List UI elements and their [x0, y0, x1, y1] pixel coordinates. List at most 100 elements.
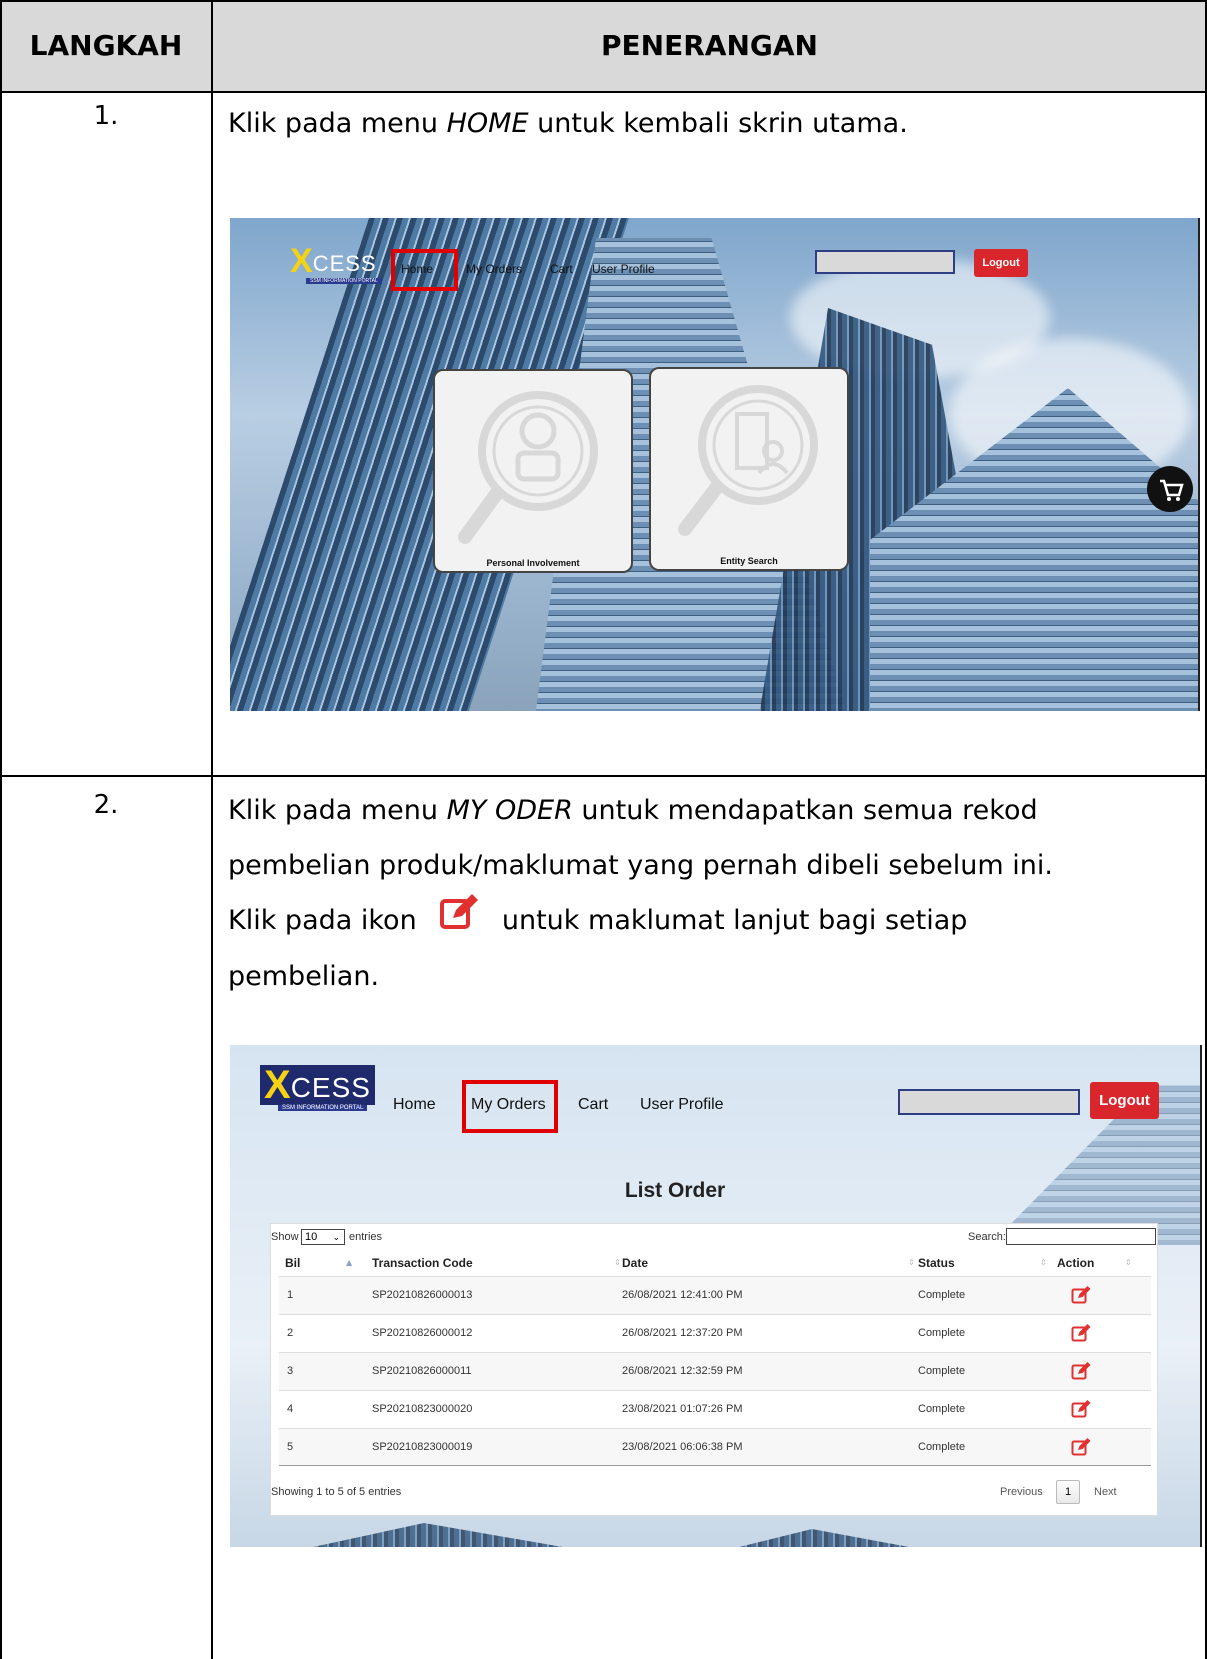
step-2-line-1-b: untuk mendapatkan semua rekod	[572, 795, 1038, 826]
search-label: Search:	[968, 1231, 1006, 1243]
table-border-left	[0, 0, 2, 1659]
sort-icon[interactable]: ⇕	[1040, 1258, 1047, 1267]
nav-user-profile[interactable]: User Profile	[640, 1096, 724, 1114]
edit-icon[interactable]	[1071, 1324, 1091, 1342]
nav-cart[interactable]: Cart	[550, 262, 573, 276]
nav-user-profile[interactable]: User Profile	[592, 262, 655, 276]
table-border-header	[0, 91, 1207, 93]
step-number-1: 1.	[93, 101, 119, 131]
cell-date: 23/08/2021 06:06:38 PM	[622, 1441, 743, 1453]
cell-status: Complete	[918, 1289, 966, 1301]
screenshot-home: X CESS SSM INFORMATION PORTAL Home My Or…	[230, 218, 1200, 711]
logo-text: CESS	[290, 1072, 371, 1103]
tile-label-personal: Personal Involvement	[486, 558, 580, 568]
logout-button[interactable]: Logout	[1090, 1082, 1159, 1119]
highlight-home	[391, 249, 458, 291]
cell-date: 26/08/2021 12:41:00 PM	[622, 1289, 743, 1301]
header-langkah: LANGKAH	[29, 29, 183, 62]
cell-status: Complete	[918, 1365, 966, 1377]
col-header-transaction-code[interactable]: Transaction Code	[372, 1256, 473, 1270]
edit-icon	[439, 893, 479, 950]
nav-my-orders[interactable]: My Orders	[466, 262, 522, 276]
edit-icon[interactable]	[1071, 1438, 1091, 1456]
table-row: 2 SP20210826000012 26/08/2021 12:37:20 P…	[279, 1314, 1151, 1352]
sort-icon[interactable]: ⇕	[614, 1258, 621, 1267]
cart-icon	[1160, 479, 1184, 501]
logo-x: X	[290, 242, 313, 280]
cell-status: Complete	[918, 1403, 966, 1415]
cell-code: SP20210826000012	[372, 1327, 473, 1339]
cell-date: 26/08/2021 12:37:20 PM	[622, 1327, 743, 1339]
table-row: 1 SP20210826000013 26/08/2021 12:41:00 P…	[279, 1276, 1151, 1314]
search-input[interactable]	[815, 250, 955, 274]
step-2-line-3-a: Klik pada ikon	[228, 905, 417, 936]
page-1-button[interactable]: 1	[1056, 1480, 1080, 1504]
col-header-bil[interactable]: Bil	[285, 1256, 300, 1270]
cart-button[interactable]	[1147, 466, 1193, 512]
table-row: 4 SP20210823000020 23/08/2021 01:07:26 P…	[279, 1390, 1151, 1428]
nav-cart[interactable]: Cart	[578, 1096, 608, 1114]
col-header-date[interactable]: Date	[622, 1256, 648, 1270]
cell-bil: 3	[287, 1365, 294, 1377]
step-2-line-1-a: Klik pada menu	[228, 795, 447, 826]
logo-x: X	[264, 1063, 291, 1107]
prev-page-button[interactable]: Previous	[1000, 1486, 1043, 1498]
building-search-icon	[678, 385, 818, 536]
step-number-2: 2.	[93, 790, 119, 820]
cell-bil: 5	[287, 1441, 294, 1453]
edit-icon[interactable]	[1071, 1362, 1091, 1380]
nav-home[interactable]: Home	[393, 1096, 436, 1114]
cell-status: Complete	[918, 1327, 966, 1339]
cell-bil: 1	[287, 1289, 294, 1301]
person-search-icon	[458, 391, 598, 544]
step-2-line-4: pembelian.	[228, 961, 380, 992]
orders-table-panel: Show 10 ⌄ entries Search: Bil ▲ Transact…	[270, 1223, 1158, 1516]
sort-icon[interactable]: ⇕	[1125, 1258, 1132, 1267]
tile-label-entity: Entity Search	[720, 556, 778, 566]
entries-label: entries	[349, 1231, 383, 1243]
table-border-middle	[211, 0, 213, 1659]
cell-code: SP20210826000011	[372, 1365, 472, 1377]
screenshot-my-orders: X CESS SSM INFORMATION PORTAL Home My Or…	[230, 1045, 1202, 1547]
logout-button[interactable]: Logout	[974, 249, 1028, 277]
logo-subtitle: SSM INFORMATION PORTAL	[278, 1105, 368, 1111]
logo-text: CESS	[312, 251, 377, 276]
next-page-button[interactable]: Next	[1094, 1486, 1117, 1498]
xcess-logo: X CESS SSM INFORMATION PORTAL	[290, 244, 382, 284]
table-border-top	[0, 0, 1207, 2]
step-2-line-3-b: untuk maklumat lanjut bagi setiap	[501, 905, 968, 936]
step-1-text-a: Klik pada menu	[228, 108, 447, 139]
show-label: Show	[271, 1231, 299, 1243]
cell-bil: 2	[287, 1327, 294, 1339]
step-2-line-1: Klik pada menu MY ODER untuk mendapatkan…	[228, 783, 1198, 839]
tile-entity-search[interactable]: Entity Search	[649, 367, 849, 571]
edit-icon[interactable]	[1071, 1400, 1091, 1418]
table-row: 3 SP20210826000011 26/08/2021 12:32:59 P…	[279, 1352, 1151, 1390]
edit-icon[interactable]	[1071, 1286, 1091, 1304]
step-2-line-2: pembelian produk/maklumat yang pernah di…	[228, 850, 1053, 881]
tile-personal-involvement[interactable]: Personal Involvement	[433, 369, 633, 573]
step-2-line-1-em: MY ODER	[446, 795, 573, 826]
instruction-document: LANGKAH PENERANGAN 1. Klik pada menu HOM…	[0, 0, 1207, 1659]
table-search-input[interactable]	[1006, 1228, 1156, 1245]
col-header-action[interactable]: Action	[1057, 1256, 1094, 1270]
entries-select[interactable]: 10 ⌄	[301, 1229, 345, 1245]
cell-status: Complete	[918, 1441, 966, 1453]
cell-code: SP20210823000020	[372, 1403, 473, 1415]
step-1-text: Klik pada menu HOME untuk kembali skrin …	[228, 96, 1198, 152]
search-input[interactable]	[898, 1089, 1080, 1115]
cell-date: 23/08/2021 01:07:26 PM	[622, 1403, 743, 1415]
cell-date: 26/08/2021 12:32:59 PM	[622, 1365, 743, 1377]
entries-value: 10	[305, 1231, 318, 1243]
cell-bil: 4	[287, 1403, 294, 1415]
sort-icon[interactable]: ⇕	[908, 1258, 915, 1267]
page-title: List Order	[624, 1179, 726, 1202]
logo-subtitle: SSM INFORMATION PORTAL	[306, 278, 382, 284]
step-1-text-em: HOME	[446, 108, 529, 139]
sort-asc-icon[interactable]: ▲	[346, 1258, 352, 1267]
cell-code: SP20210826000013	[372, 1289, 473, 1301]
step-2-line-3: Klik pada ikon untuk maklumat lanjut bag…	[228, 893, 1203, 950]
col-header-status[interactable]: Status	[918, 1256, 955, 1270]
chevron-down-icon: ⌄	[332, 1232, 340, 1242]
table-info: Showing 1 to 5 of 5 entries	[271, 1486, 402, 1498]
